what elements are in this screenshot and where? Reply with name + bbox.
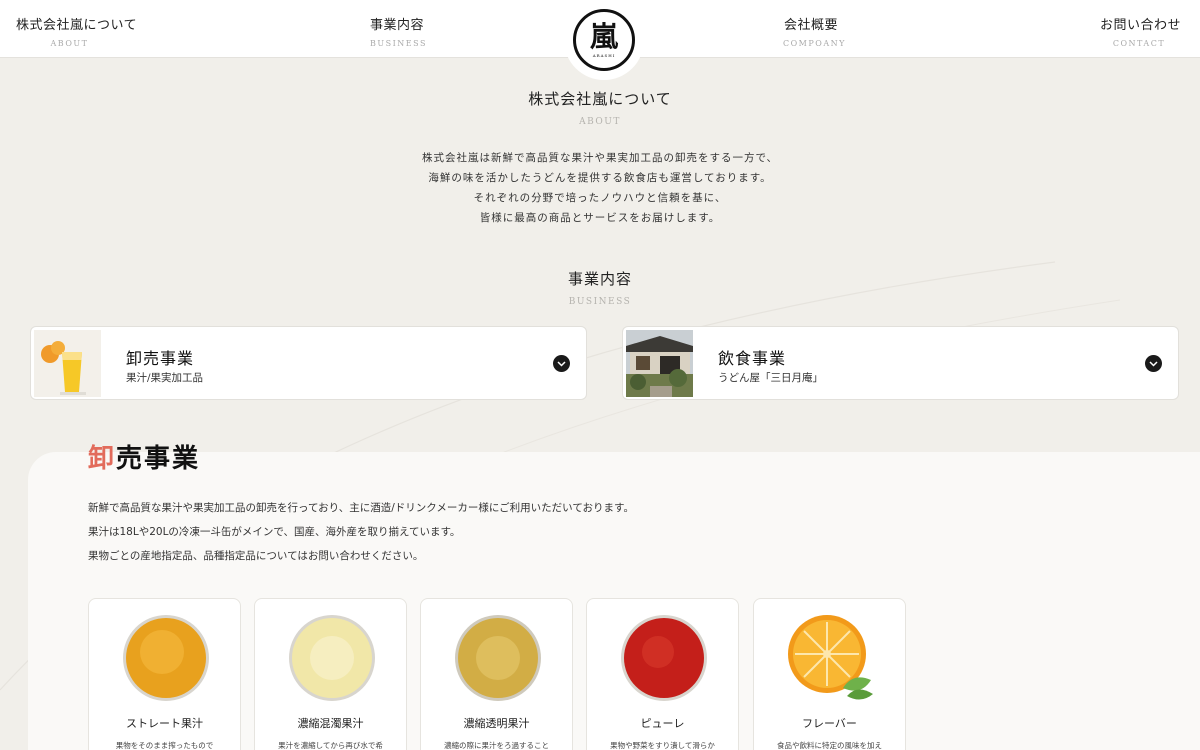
logo-ring: 嵐 ARASHI [573,9,635,71]
product-name: 濃縮透明果汁 [463,717,530,730]
site-logo[interactable]: 嵐 ARASHI [564,0,644,80]
logo-roman: ARASHI [592,52,616,58]
description-line: 新鮮で高品質な果汁や果実加工品の卸売を行っており、主に酒造/ドリンクメーカー様に… [88,502,634,514]
heading-rest: 売事業 [116,444,201,474]
nav-sublabel: COMPOANY [783,39,846,48]
product-card-cloudy-concentrate[interactable]: 濃縮混濁果汁 果汁を濃縮してから再び水で希 [254,598,407,750]
about-section-title: 株式会社嵐について ABOUT [0,88,1200,127]
wholesale-description: 新鮮で高品質な果汁や果実加工品の卸売を行っており、主に酒造/ドリンクメーカー様に… [88,496,634,568]
product-desc: 濃縮の際に果汁をろ過すること [444,741,549,750]
product-name: フレーバー [802,717,857,730]
product-card-puree[interactable]: ピューレ 果物や野菜をすり潰して滑らか [586,598,739,750]
nav-sublabel: ABOUT [50,39,89,48]
wholesale-heading: 卸売事業 [88,438,200,475]
product-desc: 果物や野菜をすり潰して滑らか [610,741,715,750]
nav-item-company[interactable]: 会社概要 COMPOANY [783,14,846,48]
nav-label: 事業内容 [370,18,425,33]
about-title: 株式会社嵐について [528,90,672,108]
nav-item-about[interactable]: 株式会社嵐について ABOUT [16,14,138,48]
product-card-straight[interactable]: ストレート果汁 果物をそのまま搾ったもので [88,598,241,750]
nav-sublabel: CONTACT [1112,39,1166,48]
business-section-title: 事業内容 BUSINESS [0,268,1200,307]
logo-kanji: 嵐 [589,19,618,53]
nav-item-business[interactable]: 事業内容 BUSINESS [370,14,427,48]
product-name: ピューレ [640,717,685,730]
nav-label: お問い合わせ [1100,18,1182,33]
nav-sublabel: BUSINESS [370,39,427,48]
straight-juice-bowl-icon [123,615,209,701]
nav-item-contact[interactable]: お問い合わせ CONTACT [1100,14,1182,48]
juice-photo [34,330,101,397]
business-card-wholesale[interactable]: 卸売事業 果汁/果実加工品 [30,326,587,400]
clear-concentrate-bowl-icon [455,615,541,701]
business-card-restaurant[interactable]: 飲食事業 うどん屋「三日月庵」 [622,326,1179,400]
about-title-en: ABOUT [579,117,621,127]
business-card-subtitle: 果汁/果実加工品 [126,372,204,384]
business-card-title: 飲食事業 [718,349,787,368]
about-line: 株式会社嵐は新鮮で高品質な果汁や果実加工品の卸売をする一方で、 [421,152,779,164]
puree-bowl-icon [621,615,707,701]
nav-label: 株式会社嵐について [16,18,138,33]
orange-slice-icon [788,615,873,700]
product-card-clear-concentrate[interactable]: 濃縮透明果汁 濃縮の際に果汁をろ過すること [420,598,573,750]
chevron-down-icon[interactable] [1145,355,1162,372]
about-line: 皆様に最高の商品とサービスをお届けします。 [479,212,721,224]
about-text: 株式会社嵐は新鮮で高品質な果汁や果実加工品の卸売をする一方で、 海鮮の味を活かし… [0,148,1200,228]
business-title: 事業内容 [567,270,632,288]
heading-accent: 卸 [88,444,117,474]
description-line: 果汁は18Lや20Lの冷凍一斗缶がメインで、国産、海外産を取り揃えています。 [88,526,461,538]
product-card-flavor[interactable]: フレーバー 食品や飲料に特定の風味を加え [753,598,906,750]
about-line: 海鮮の味を活かしたうどんを提供する飲食店も運営しております。 [428,172,772,184]
product-name: 濃縮混濁果汁 [297,717,364,730]
restaurant-photo [626,330,693,397]
product-desc: 食品や飲料に特定の風味を加え [777,741,882,750]
product-name: ストレート果汁 [126,717,203,730]
nav-label: 会社概要 [783,18,838,33]
business-title-en: BUSINESS [568,297,632,307]
cloudy-concentrate-bowl-icon [289,615,375,701]
chevron-down-icon[interactable] [553,355,570,372]
product-desc: 果汁を濃縮してから再び水で希 [278,741,383,750]
product-desc: 果物をそのまま搾ったもので [115,741,214,750]
business-card-title: 卸売事業 [126,349,195,368]
about-line: それぞれの分野で培ったノウハウと信頼を基に、 [473,192,727,204]
description-line: 果物ごとの産地指定品、品種指定品についてはお問い合わせください。 [88,550,424,562]
business-card-subtitle: うどん屋「三日月庵」 [718,372,823,384]
